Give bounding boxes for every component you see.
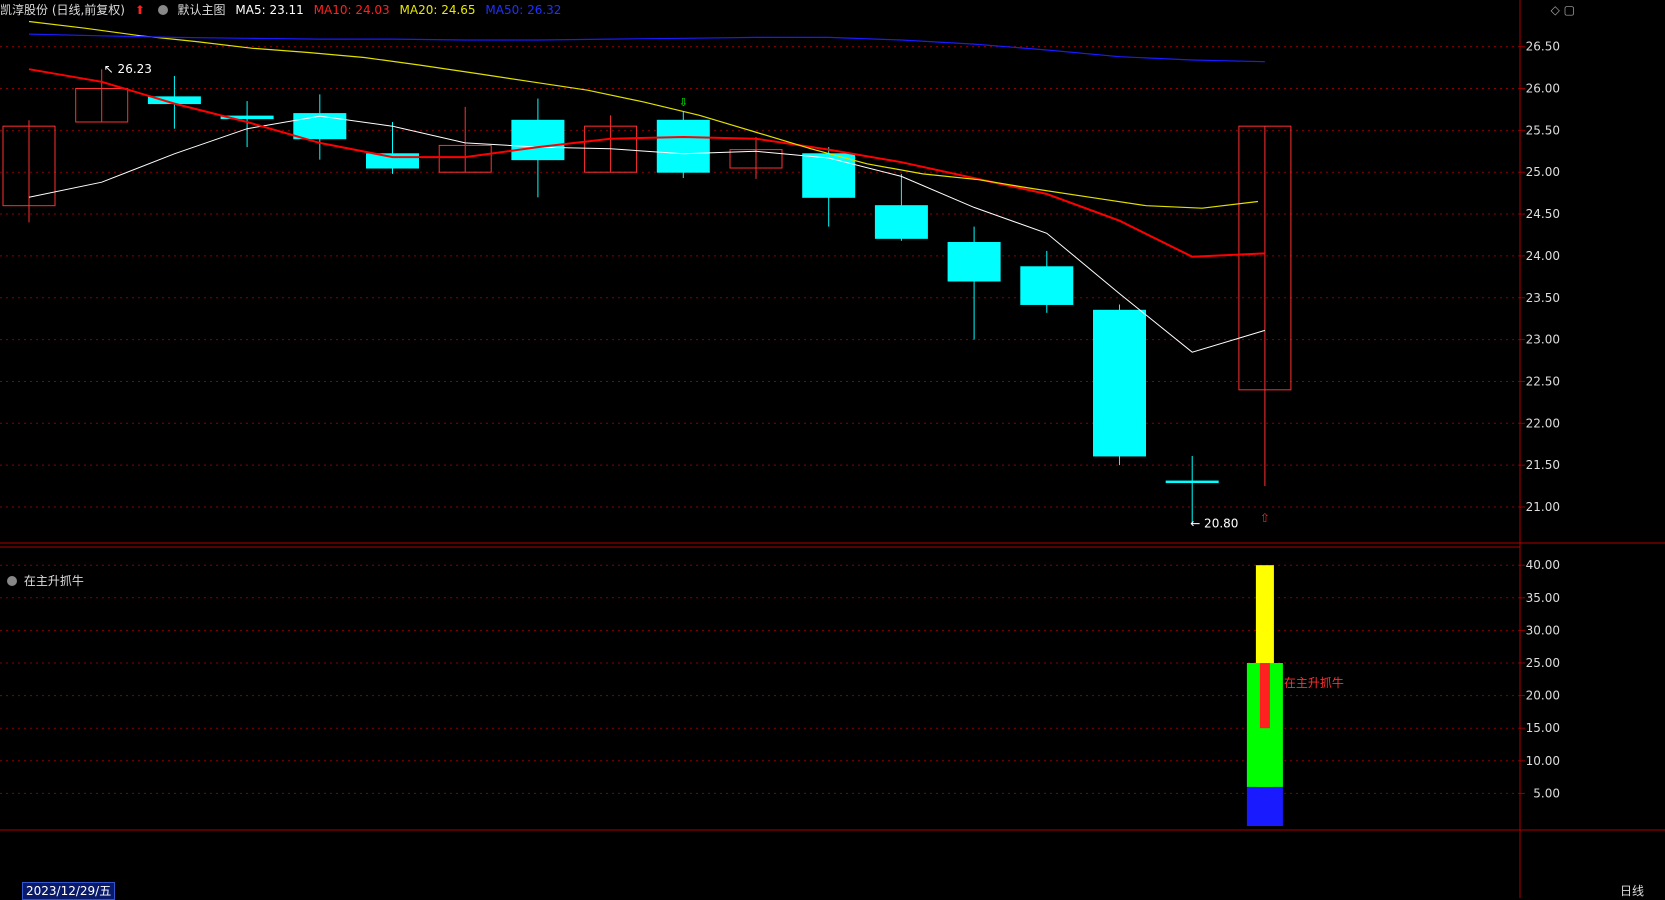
candle-down [1093,309,1146,457]
candle-down [1020,266,1074,305]
low-annotation: ← 20.80 [1190,517,1238,531]
candle-down [511,119,565,161]
chart-window: 凯淳股份 (日线,前复权) ⬆ 默认主图 MA5: 23.11 MA10: 24… [0,0,1665,900]
y-tick-label: 30.00 [1526,623,1560,637]
y-tick-label: 24.50 [1526,207,1560,221]
y-tick-label: 25.00 [1526,165,1560,179]
candle-down [874,205,928,239]
y-tick-label: 10.00 [1526,754,1560,768]
y-tick-label: 25.00 [1526,656,1560,670]
ma-line-ma20 [28,20,1259,209]
candle-down [366,153,419,169]
indicator-bar-segment [1255,565,1274,663]
status-period[interactable]: 日线 [1620,882,1644,899]
candle-down [947,242,1001,282]
candle-down [293,113,347,140]
y-tick-label: 26.50 [1526,40,1560,54]
ma-line-ma5 [28,115,1266,353]
y-tick-label: 22.50 [1526,374,1560,388]
y-tick-label: 23.50 [1526,291,1560,305]
candle-down [1165,480,1219,484]
y-tick-label: 24.00 [1526,249,1560,263]
indicator-title[interactable]: 在主升抓牛 [4,572,84,589]
ma-line-ma50 [28,33,1265,63]
y-tick-label: 35.00 [1526,591,1560,605]
y-tick-label: 23.00 [1526,333,1560,347]
indicator-name: 在主升抓牛 [23,574,84,588]
up-arrow-icon: ⇧ [1260,511,1270,525]
kline-chart: 21.00 21.50 22.00 22.50 23.00 23.50 24.00 24.50… [0,0,1665,898]
indicator-dropdown-icon[interactable] [7,576,17,586]
indicator-marker-label: 在主升抓牛 [1284,675,1344,690]
y-tick-label: 15.00 [1526,721,1560,735]
candle-down [802,153,856,198]
indicator-bar-segment [1256,760,1273,787]
down-arrow-icon: ⇩ [679,96,688,109]
ma-line-ma10 [28,68,1265,258]
y-tick-label: 5.00 [1533,786,1560,800]
candle-down [656,119,710,173]
status-date: 2023/12/29/五 [22,882,116,900]
y-tick-label: 40.00 [1526,558,1560,572]
y-tick-label: 21.50 [1526,458,1560,472]
y-tick-label: 25.50 [1526,123,1560,137]
y-tick-label: 26.00 [1526,82,1560,96]
y-tick-label: 22.00 [1526,416,1560,430]
high-annotation: ↖ 26.23 [104,62,152,76]
y-tick-label: 20.00 [1526,689,1560,703]
indicator-bar-segment [1259,663,1270,729]
y-tick-label: 21.00 [1526,500,1560,514]
